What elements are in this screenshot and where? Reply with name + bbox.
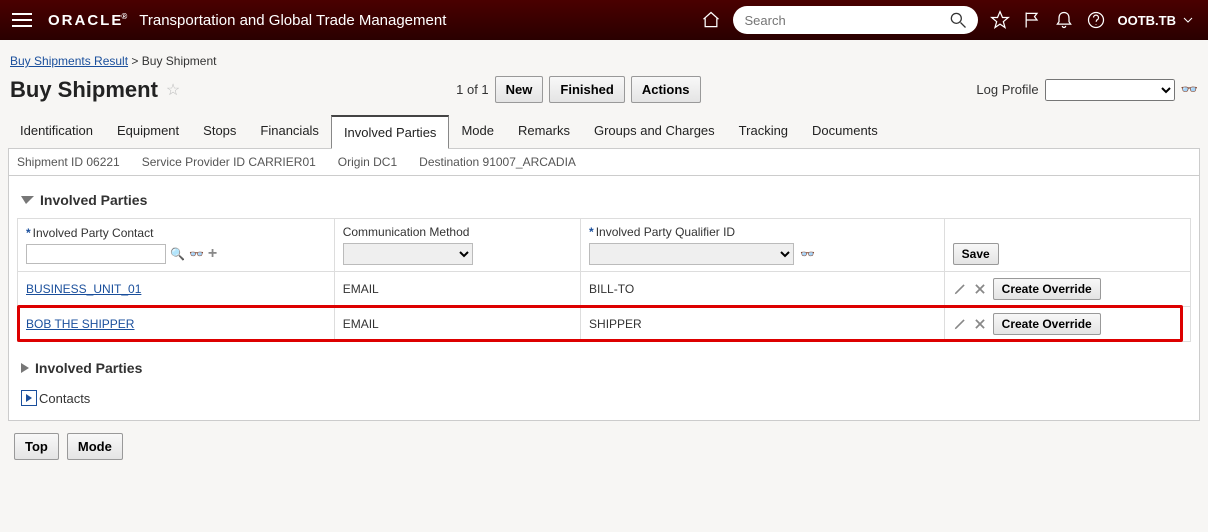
section-title-2: Involved Parties	[35, 360, 142, 376]
lookup-icon[interactable]: 🔍	[170, 247, 185, 261]
section-involved-parties-2[interactable]: Involved Parties	[21, 360, 1191, 376]
breadcrumb-current: Buy Shipment	[142, 54, 217, 68]
delete-icon[interactable]	[973, 282, 987, 296]
tab-financials[interactable]: Financials	[248, 115, 331, 148]
info-destination: Destination 91007_ARCADIA	[419, 155, 576, 169]
table-row: BUSINESS_UNIT_01 EMAIL BILL-TO Create Ov…	[18, 272, 1191, 307]
footer: Top Mode	[0, 421, 1208, 472]
info-origin: Origin DC1	[338, 155, 397, 169]
tab-remarks[interactable]: Remarks	[506, 115, 582, 148]
row-comm: EMAIL	[334, 272, 580, 307]
favorite-star-icon[interactable]: ☆	[166, 80, 180, 100]
finished-button[interactable]: Finished	[549, 76, 624, 103]
info-row: Shipment ID 06221 Service Provider ID CA…	[8, 149, 1200, 176]
app-title: Transportation and Global Trade Manageme…	[139, 12, 446, 29]
new-button[interactable]: New	[495, 76, 544, 103]
play-icon[interactable]	[21, 390, 37, 406]
search-icon[interactable]	[948, 10, 968, 30]
tab-mode[interactable]: Mode	[449, 115, 506, 148]
actions-button[interactable]: Actions	[631, 76, 701, 103]
breadcrumb-parent[interactable]: Buy Shipments Result	[10, 54, 128, 68]
main-panel: Involved Parties *Involved Party Contact…	[8, 176, 1200, 421]
involved-parties-table: *Involved Party Contact 🔍 👓 + Communicat…	[17, 218, 1191, 342]
expand-icon	[21, 363, 29, 373]
row-contact-link[interactable]: BUSINESS_UNIT_01	[26, 282, 141, 296]
info-shipment: Shipment ID 06221	[17, 155, 120, 169]
edit-icon[interactable]	[953, 282, 967, 296]
top-icons: OOTB.TB	[701, 6, 1197, 34]
tab-groups-charges[interactable]: Groups and Charges	[582, 115, 727, 148]
row-comm: EMAIL	[334, 307, 580, 342]
tab-involved-parties[interactable]: Involved Parties	[331, 115, 450, 149]
info-provider: Service Provider ID CARRIER01	[142, 155, 316, 169]
tab-equipment[interactable]: Equipment	[105, 115, 191, 148]
collapse-icon	[21, 196, 34, 204]
chevron-down-icon	[1180, 12, 1196, 28]
save-button[interactable]: Save	[953, 243, 999, 265]
delete-icon[interactable]	[973, 317, 987, 331]
row-qual: SHIPPER	[581, 307, 945, 342]
tab-identification[interactable]: Identification	[8, 115, 105, 148]
edit-icon[interactable]	[953, 317, 967, 331]
comm-select[interactable]	[343, 243, 473, 265]
create-override-button[interactable]: Create Override	[993, 313, 1101, 335]
glasses-icon[interactable]: 👓	[1181, 81, 1198, 98]
qualifier-select[interactable]	[589, 243, 794, 265]
col-contact: Involved Party Contact	[33, 226, 154, 240]
breadcrumb: Buy Shipments Result > Buy Shipment	[0, 40, 1208, 76]
section-title: Involved Parties	[40, 192, 147, 208]
star-icon[interactable]	[990, 10, 1010, 30]
glasses-icon[interactable]: 👓	[800, 247, 815, 261]
mode-button[interactable]: Mode	[67, 433, 123, 460]
user-label: OOTB.TB	[1118, 13, 1177, 28]
flag-icon[interactable]	[1022, 10, 1042, 30]
contacts-row[interactable]: Contacts	[21, 390, 1191, 406]
pager-text: 1 of 1	[456, 82, 489, 97]
tab-stops[interactable]: Stops	[191, 115, 248, 148]
user-menu[interactable]: OOTB.TB	[1118, 12, 1197, 28]
topbar: ORACLE® Transportation and Global Trade …	[0, 0, 1208, 40]
search-input[interactable]	[743, 12, 948, 29]
log-profile-select[interactable]	[1045, 79, 1175, 101]
breadcrumb-sep: >	[131, 54, 138, 68]
create-override-button[interactable]: Create Override	[993, 278, 1101, 300]
section-involved-parties[interactable]: Involved Parties	[21, 192, 1191, 208]
top-button[interactable]: Top	[14, 433, 59, 460]
col-qual: Involved Party Qualifier ID	[596, 225, 735, 239]
home-icon[interactable]	[701, 10, 721, 30]
contacts-label: Contacts	[39, 391, 90, 406]
page-header: Buy Shipment ☆ 1 of 1 New Finished Actio…	[0, 76, 1208, 115]
add-icon[interactable]: +	[208, 245, 217, 263]
glasses-icon[interactable]: 👓	[189, 247, 204, 261]
tab-documents[interactable]: Documents	[800, 115, 890, 148]
log-profile-label: Log Profile	[976, 82, 1038, 97]
tab-tracking[interactable]: Tracking	[727, 115, 800, 148]
row-contact-link[interactable]: BOB THE SHIPPER	[26, 317, 134, 331]
page-title: Buy Shipment	[10, 77, 158, 103]
oracle-logo: ORACLE®	[48, 12, 127, 29]
tabs: Identification Equipment Stops Financial…	[8, 115, 1200, 149]
table-row: BOB THE SHIPPER EMAIL SHIPPER Create Ove…	[18, 307, 1191, 342]
bell-icon[interactable]	[1054, 10, 1074, 30]
search-box[interactable]	[733, 6, 978, 34]
row-qual: BILL-TO	[581, 272, 945, 307]
log-profile: Log Profile 👓	[976, 79, 1198, 101]
contact-input[interactable]	[26, 244, 166, 264]
help-icon[interactable]	[1086, 10, 1106, 30]
col-comm: Communication Method	[343, 225, 470, 239]
menu-icon[interactable]	[12, 13, 32, 27]
